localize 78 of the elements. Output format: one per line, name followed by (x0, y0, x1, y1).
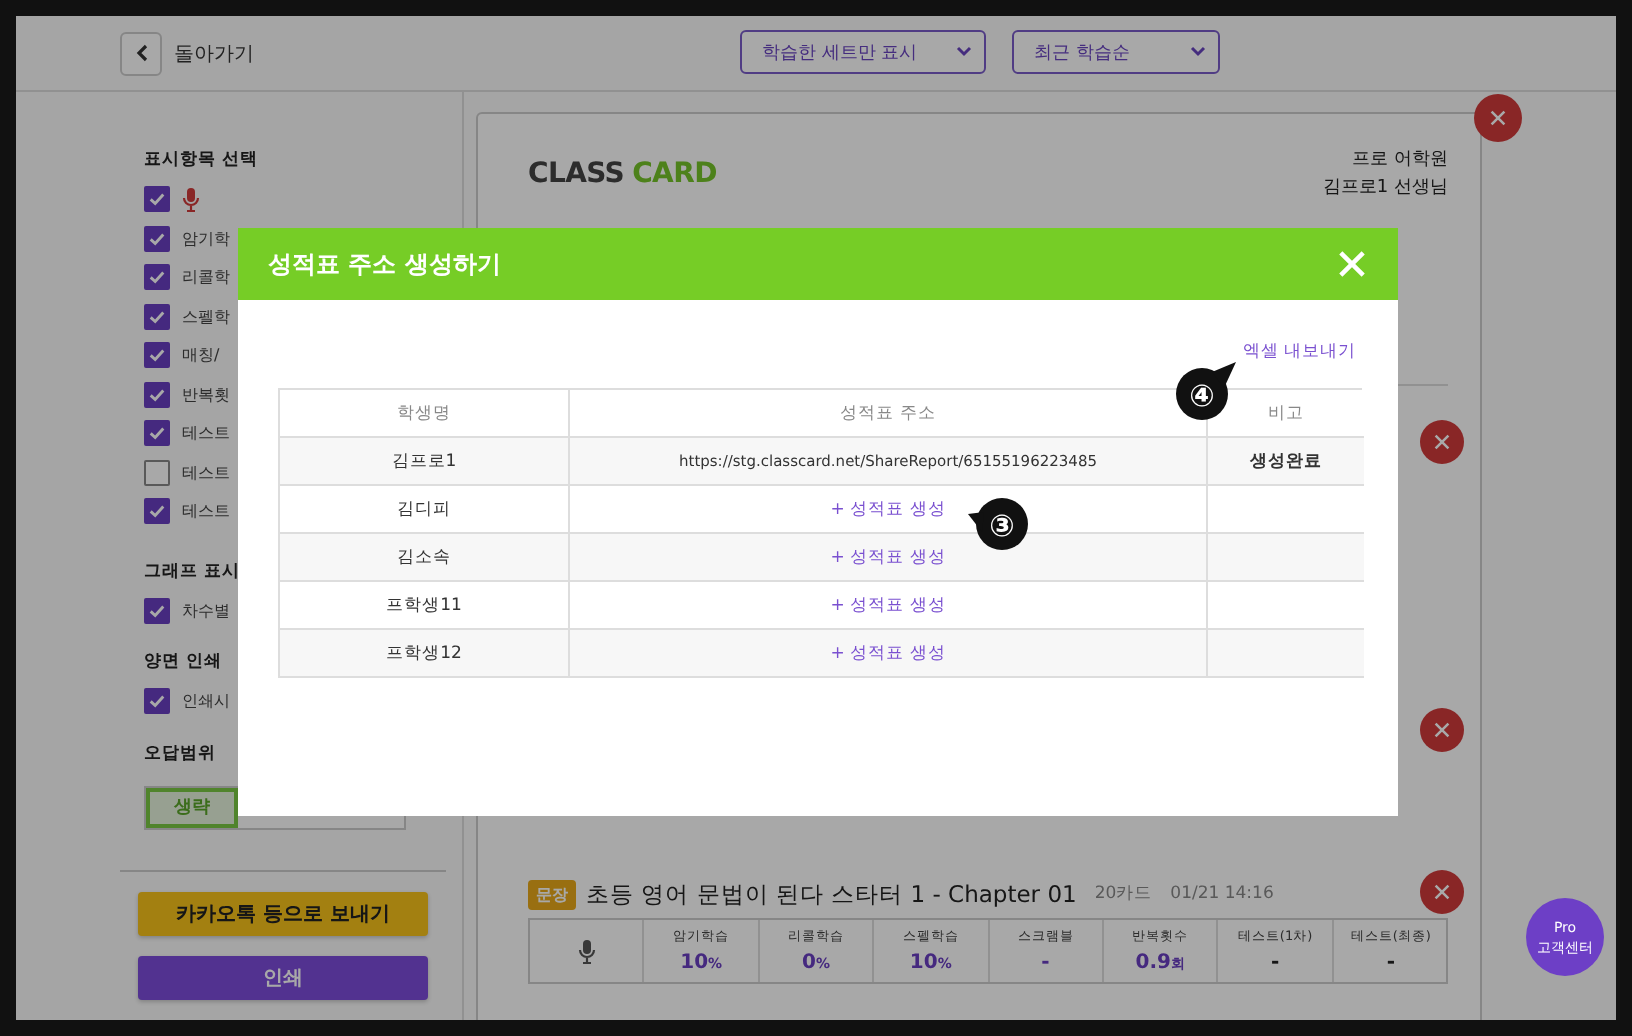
checkbox[interactable] (144, 597, 170, 624)
chevron-down-icon (956, 46, 972, 58)
print-button[interactable]: 인쇄 (138, 955, 428, 1000)
check-icon (148, 385, 166, 404)
stat-value: - (1270, 952, 1280, 974)
section-title: 표시항목 선택 (144, 148, 258, 172)
option-label: 인쇄시 (182, 690, 230, 713)
logo: CLASS CARD (528, 158, 717, 190)
checkbox[interactable] (144, 381, 170, 408)
check-icon (148, 424, 166, 443)
student-name: 김소속 (280, 534, 570, 582)
check-icon (148, 307, 166, 326)
option-label: 리콜학 (182, 266, 230, 289)
check-icon (148, 601, 166, 620)
close-icon (1490, 110, 1506, 126)
type-tag: 문장 (528, 879, 576, 909)
dialog-title: 성적표 주소 생성하기 (268, 247, 501, 281)
card-count: 20카드 (1094, 882, 1153, 906)
checkbox[interactable] (144, 459, 170, 486)
column-header: 학생명 (280, 390, 570, 438)
option-label: 테스트 (182, 461, 230, 484)
close-button[interactable] (1474, 94, 1522, 142)
back-button[interactable] (120, 31, 162, 75)
check-icon (148, 692, 166, 711)
close-icon (1338, 250, 1366, 278)
remove-button[interactable] (1420, 870, 1464, 914)
close-icon (1434, 434, 1450, 450)
checkbox[interactable] (144, 342, 170, 369)
teacher-name: 김프로1 선생님 (1322, 176, 1448, 202)
check-icon (148, 346, 166, 365)
stat-value: - (1386, 952, 1395, 974)
option-label: 반복횟 (182, 383, 230, 406)
create-report-link[interactable]: + 성적표 생성 (830, 545, 946, 569)
checkbox[interactable] (144, 688, 170, 715)
option-label: 테스트 (182, 500, 230, 523)
option-label: 매칭/ (182, 344, 220, 367)
student-name: 김디피 (280, 486, 570, 534)
section-title: 그래프 표시 (144, 559, 240, 583)
filter-dropdown[interactable]: 학습한 세트만 표시 (740, 30, 986, 74)
student-name: 김프로1 (280, 438, 570, 486)
option-label: 테스트 (182, 422, 230, 445)
create-report-link[interactable]: + 성적표 생성 (830, 593, 946, 617)
study-date: 01/21 14:16 (1170, 884, 1274, 904)
option-label: 암기학 (182, 227, 230, 250)
option-label: 차수별 (182, 599, 230, 622)
stat-value: - (1041, 952, 1050, 974)
create-report-link[interactable]: + 성적표 생성 (830, 641, 946, 665)
microphone-icon (577, 939, 596, 963)
filter-dropdown[interactable]: 최근 학습순 (1012, 30, 1220, 74)
set-title: 초등 영어 문법이 된다 스타터 1 - Chapter 01 (586, 879, 1077, 909)
close-icon (1434, 722, 1450, 738)
checkbox[interactable] (144, 186, 170, 213)
remove-button[interactable] (1420, 708, 1464, 752)
share-button[interactable]: 카카오톡 등으로 보내기 (138, 891, 428, 936)
option-label: 스펠학 (182, 305, 230, 328)
student-name: 프학생12 (280, 630, 570, 678)
checkbox[interactable] (144, 420, 170, 447)
chevron-left-icon (135, 44, 147, 62)
section-title: 오답범위 (144, 741, 216, 765)
check-icon (148, 229, 166, 248)
section-title: 양면 인쇄 (144, 650, 222, 674)
chevron-down-icon (1190, 46, 1206, 58)
back-label[interactable]: 돌아가기 (174, 39, 254, 67)
create-report-link[interactable]: + 성적표 생성 (830, 497, 946, 521)
note-cell: 생성완료 (1208, 438, 1364, 486)
checkbox[interactable] (144, 264, 170, 291)
student-name: 프학생11 (280, 582, 570, 630)
microphone-icon (182, 187, 200, 212)
check-icon (148, 502, 166, 521)
close-icon (1434, 884, 1450, 900)
checkbox[interactable] (144, 498, 170, 525)
check-icon (148, 268, 166, 287)
academy-name: 프로 어학원 (1350, 148, 1448, 174)
excel-export-link[interactable]: 엑셀 내보내기 (1242, 340, 1356, 388)
remove-button[interactable] (1420, 420, 1464, 464)
checkbox[interactable] (144, 225, 170, 252)
checkbox[interactable] (144, 303, 170, 330)
check-icon (148, 190, 166, 209)
